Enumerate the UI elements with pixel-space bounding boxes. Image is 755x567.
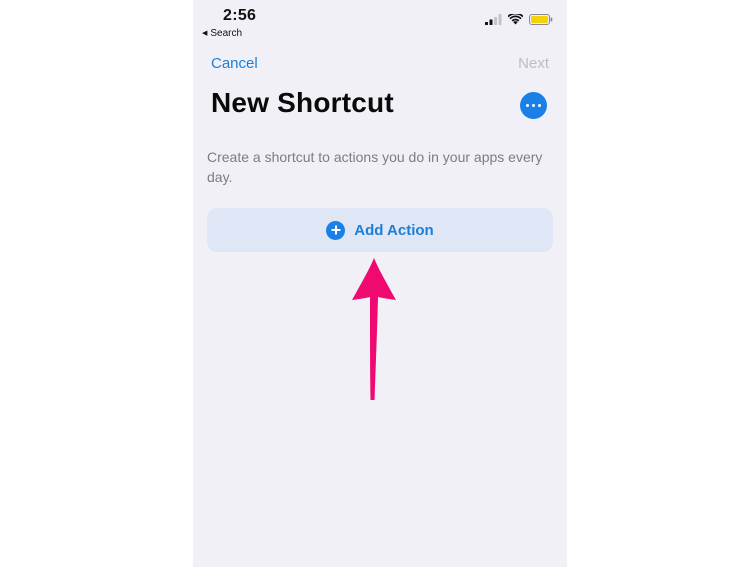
plus-circle-icon: [326, 220, 346, 240]
next-button[interactable]: Next: [518, 55, 549, 72]
battery-icon: [529, 14, 553, 25]
more-options-button[interactable]: [520, 92, 547, 119]
back-link-label: Search: [210, 28, 243, 39]
cancel-button[interactable]: Cancel: [211, 55, 258, 72]
phone-screen: 2:56 ◀ Search Cancel Next New Shortcut C…: [193, 0, 567, 567]
wifi-icon: [508, 14, 523, 25]
status-icons: [485, 14, 553, 25]
add-action-button[interactable]: Add Action: [207, 208, 553, 252]
annotation-arrow-icon: [352, 258, 396, 400]
more-dot-icon: [537, 103, 542, 108]
screenshot: 2:56 ◀ Search Cancel Next New Shortcut C…: [0, 0, 755, 567]
shortcut-description: Create a shortcut to actions you do in y…: [207, 149, 543, 185]
back-to-search-link[interactable]: ◀ Search: [202, 28, 242, 39]
more-dot-icon: [525, 103, 530, 108]
back-triangle-icon: ◀: [202, 30, 208, 37]
cellular-signal-icon: [485, 14, 502, 25]
more-dot-icon: [531, 103, 536, 108]
status-time: 2:56: [223, 7, 257, 24]
page-title: New Shortcut: [211, 87, 394, 118]
add-action-label: Add Action: [354, 221, 434, 239]
